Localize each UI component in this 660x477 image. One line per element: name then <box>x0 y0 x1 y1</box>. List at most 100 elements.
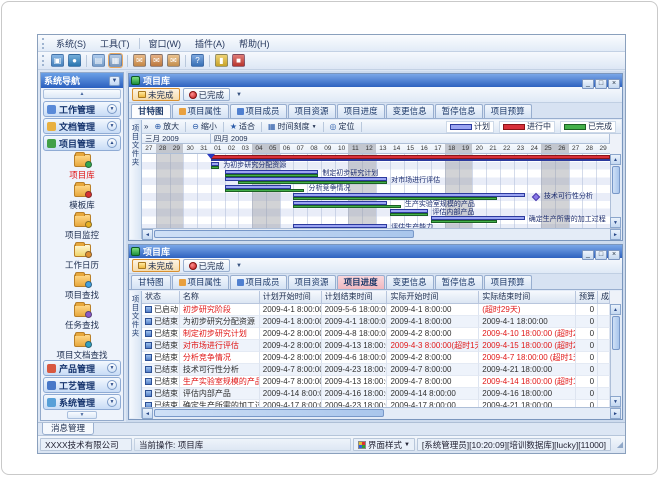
sidebar-section-工作管理[interactable]: 工作管理▼ <box>43 101 121 117</box>
table-row[interactable]: 已启动初步研究阶段2009-4-1 8:00:002009-5-6 18:00:… <box>142 304 610 316</box>
tab-项目资源[interactable]: 项目资源 <box>288 275 336 289</box>
column-header-计划开始时间[interactable]: 计划开始时间 <box>260 291 322 304</box>
menu-item[interactable]: 窗口(W) <box>142 36 189 51</box>
help-icon[interactable]: ? <box>191 54 204 67</box>
close-button[interactable]: × <box>608 250 620 260</box>
table-row[interactable]: 已结束对市场进行评估2009-4-2 8:00:002009-4-13 18:0… <box>142 340 610 352</box>
lock-icon[interactable]: ▮ <box>215 54 228 67</box>
gantt-vertical-scrollbar[interactable]: ▲▼ <box>610 154 621 228</box>
filter-button-未完成[interactable]: 未完成 <box>132 88 180 101</box>
tab-项目成员[interactable]: 项目成员 <box>230 104 287 118</box>
scroll-down-button[interactable]: ▼ <box>610 217 621 228</box>
column-header-预算[interactable]: 预算 <box>576 291 598 304</box>
report-icon-1[interactable]: ✉ <box>133 54 146 67</box>
sidebar-item-项目监控[interactable]: 项目监控 <box>41 214 123 241</box>
zoom-in-button[interactable]: ⊕放大 <box>150 121 183 133</box>
tab-项目成员[interactable]: 项目成员 <box>230 275 287 289</box>
column-header-状态[interactable]: 状态 <box>142 291 180 304</box>
table-row[interactable]: 已结束确定生产所需的加工过程2009-4-17 8:00:002009-4-23… <box>142 400 610 407</box>
globe-icon[interactable]: ● <box>68 54 81 67</box>
scroll-left-button[interactable]: ◄ <box>142 408 153 419</box>
scroll-down-button[interactable]: ▼ <box>610 396 621 407</box>
column-header-实际开始时间[interactable]: 实际开始时间 <box>387 291 479 304</box>
ui-style-button[interactable]: 界面样式 ▼ <box>353 438 415 451</box>
sidebar-item-任务查找[interactable]: 任务查找 <box>41 304 123 331</box>
chevron-icon[interactable]: ▼ <box>107 397 117 407</box>
sidebar-section-产品管理[interactable]: 产品管理▼ <box>43 360 121 376</box>
table-row[interactable]: 已结束生产实验室规模的产品2009-4-7 8:00:002009-4-13 1… <box>142 376 610 388</box>
sidebar-item-工作日历[interactable]: 工作日历 <box>41 244 123 271</box>
sidebar-section-文档管理[interactable]: 文档管理▼ <box>43 118 121 134</box>
time-scale-button[interactable]: ▦时间刻度▼ <box>264 121 321 133</box>
chevron-icon[interactable]: ▼ <box>107 104 117 114</box>
filter-more-button[interactable]: ▼ <box>233 263 245 269</box>
tab-甘特图[interactable]: 甘特图 <box>131 275 171 289</box>
sidebar-section-系统管理[interactable]: 系统管理▼ <box>43 394 121 410</box>
filter-button-已完成[interactable]: 已完成 <box>183 259 231 272</box>
report-icon-3[interactable]: ✉ <box>167 54 180 67</box>
sidebar-item-项目文档查找[interactable]: 项目文档查找 <box>41 334 123 359</box>
column-header-计划结束时间[interactable]: 计划结束时间 <box>322 291 388 304</box>
sidebar-item-项目查找[interactable]: 项目查找 <box>41 274 123 301</box>
column-header-名称[interactable]: 名称 <box>180 291 260 304</box>
tab-项目资源[interactable]: 项目资源 <box>288 104 336 118</box>
column-header-实际结束时间[interactable]: 实际结束时间 <box>479 291 576 304</box>
minimize-button[interactable]: _ <box>582 79 594 89</box>
nav-header-menu-button[interactable]: ▼ <box>109 76 120 86</box>
scroll-left-button[interactable]: ◄ <box>142 229 153 240</box>
tab-暂停信息[interactable]: 暂停信息 <box>435 275 483 289</box>
table-row[interactable]: 已结束为初步研究分配资源2009-4-1 8:00:002009-4-1 18:… <box>142 316 610 328</box>
filter-button-已完成[interactable]: 已完成 <box>183 88 231 101</box>
scroll-right-button[interactable]: ► <box>610 408 621 419</box>
scroll-right-button[interactable]: ► <box>610 229 621 240</box>
message-management-tab[interactable]: 消息管理 <box>42 423 94 435</box>
chevron-icon[interactable]: ▲ <box>107 138 117 148</box>
stop-icon[interactable]: ■ <box>232 54 245 67</box>
table-row[interactable]: 已结束分析竞争情况2009-4-2 8:00:002009-4-6 18:00:… <box>142 352 610 364</box>
minimize-button[interactable]: _ <box>582 250 594 260</box>
scroll-thumb[interactable] <box>154 409 384 417</box>
tab-项目进度[interactable]: 项目进度 <box>337 275 385 289</box>
column-header-成[interactable]: 成 <box>598 291 610 304</box>
nav-collapse-button[interactable]: ▲ <box>43 89 121 99</box>
sidebar-section-工艺管理[interactable]: 工艺管理▼ <box>43 377 121 393</box>
menu-item[interactable]: 系统(S) <box>49 36 93 51</box>
table-row[interactable]: 已结束技术可行性分析2009-4-7 8:00:002009-4-23 18:0… <box>142 364 610 376</box>
tab-项目属性[interactable]: 项目属性 <box>172 104 229 118</box>
project-folder-vertical-tab[interactable]: 项目文件夹 <box>130 120 142 239</box>
project-folder-vertical-tab[interactable]: 项目文件夹 <box>130 291 142 418</box>
scroll-thumb[interactable] <box>154 230 414 238</box>
scroll-thumb[interactable] <box>612 166 620 194</box>
folder-icon[interactable]: ▤ <box>92 54 105 67</box>
sidebar-item-项目库[interactable]: 项目库 <box>41 154 123 181</box>
table-row[interactable]: 已结束评估内部产品2009-4-14 8:00:002009-4-16 18:0… <box>142 388 610 400</box>
sidebar-section-项目管理[interactable]: 项目管理▲ <box>43 135 121 151</box>
maximize-button[interactable]: □ <box>595 79 607 89</box>
tab-项目预算[interactable]: 项目预算 <box>484 104 532 118</box>
gantt-horizontal-scrollbar[interactable]: ◄► <box>142 228 621 239</box>
tab-变更信息[interactable]: 变更信息 <box>386 275 434 289</box>
maximize-button[interactable]: □ <box>595 250 607 260</box>
chevron-icon[interactable]: ▼ <box>107 380 117 390</box>
tab-项目进度[interactable]: 项目进度 <box>337 104 385 118</box>
filter-button-未完成[interactable]: 未完成 <box>132 259 180 272</box>
menu-item[interactable]: 工具(T) <box>93 36 137 51</box>
toolbar-overflow-chevron[interactable]: » <box>144 122 148 131</box>
close-button[interactable]: × <box>608 79 620 89</box>
resize-grip-icon[interactable]: ◢ <box>613 440 623 449</box>
fit-button[interactable]: ★适合 <box>226 121 259 133</box>
menu-item[interactable]: 插件(A) <box>188 36 232 51</box>
chevron-icon[interactable]: ▼ <box>107 363 117 373</box>
zoom-out-button[interactable]: ⊖缩小 <box>188 121 221 133</box>
computer-icon[interactable]: ▣ <box>51 54 64 67</box>
chevron-icon[interactable]: ▼ <box>107 121 117 131</box>
filter-more-button[interactable]: ▼ <box>233 92 245 98</box>
table-row[interactable]: 已结束制定初步研究计划2009-4-2 8:00:002009-4-8 18:0… <box>142 328 610 340</box>
locate-button[interactable]: ◎定位 <box>326 121 359 133</box>
tab-项目预算[interactable]: 项目预算 <box>484 275 532 289</box>
scroll-up-button[interactable]: ▲ <box>610 154 621 165</box>
tab-项目属性[interactable]: 项目属性 <box>172 275 229 289</box>
table-horizontal-scrollbar[interactable]: ◄► <box>142 407 621 418</box>
sidebar-item-模板库[interactable]: 模板库 <box>41 184 123 211</box>
menu-item[interactable]: 帮助(H) <box>232 36 277 51</box>
